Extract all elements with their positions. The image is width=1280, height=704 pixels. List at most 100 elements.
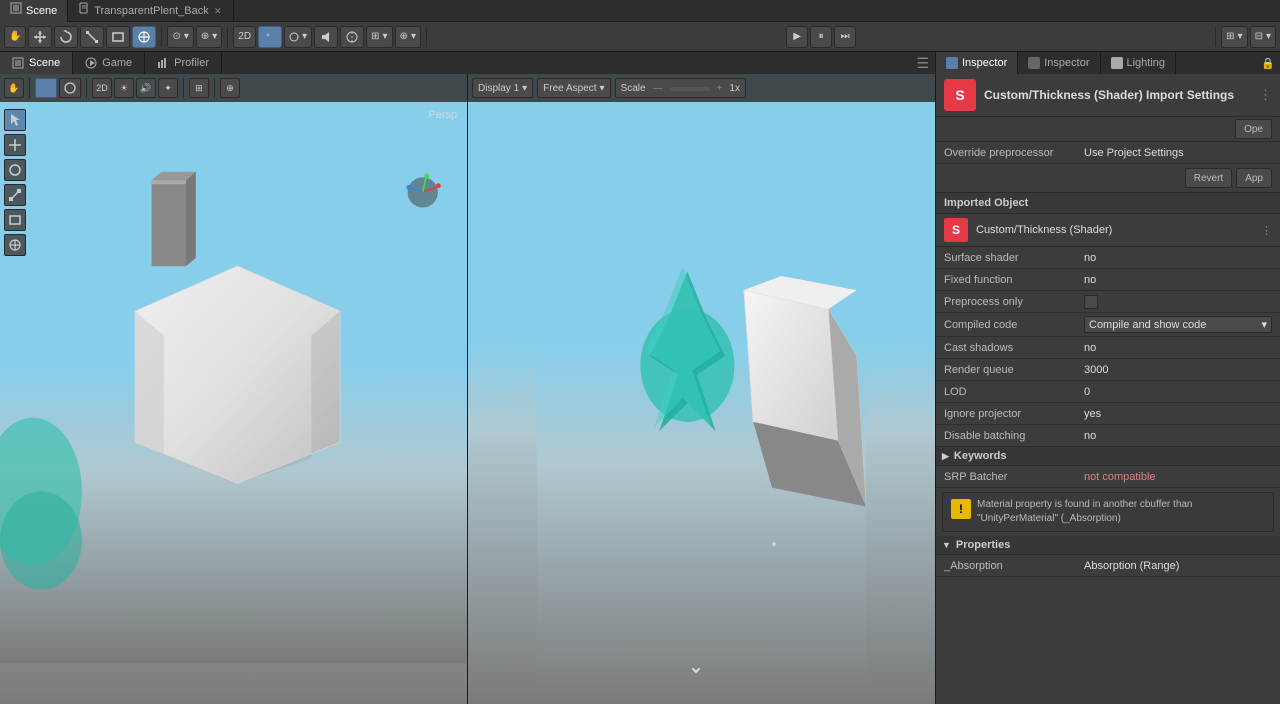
gizmos-dropdown[interactable]: ⊞ ▾	[366, 26, 392, 48]
audio-btn[interactable]	[314, 26, 338, 48]
scene-viewport-tab[interactable]: Scene	[0, 52, 73, 74]
shaded-btn[interactable]	[35, 78, 57, 98]
tab-transparent[interactable]: TransparentPlent_Back ✕	[68, 0, 234, 22]
scene-sep	[29, 78, 30, 98]
display-dropdown[interactable]: Display 1 ▾	[472, 78, 533, 98]
scene-viewport[interactable]: ✋ 2D ☀ 🔊 ✦ ⊞ ⊕	[0, 74, 468, 704]
scene-objects-svg	[0, 74, 467, 704]
top-tab-bar: Scene TransparentPlent_Back ✕	[0, 0, 1280, 22]
inspector-tab-label-2: Inspector	[1044, 52, 1089, 74]
grid-btn[interactable]: ⊞	[189, 78, 209, 98]
inspector-tab-1[interactable]: Inspector	[936, 52, 1018, 74]
pivot-dropdown[interactable]: ⊙ ▾	[167, 26, 193, 48]
viewport-tab-menu-icon[interactable]: ☰	[910, 55, 935, 72]
layout-dropdown[interactable]: ⊟ ▾	[1250, 26, 1276, 48]
properties-section-header[interactable]: ▼ Properties	[936, 536, 1280, 555]
profiler-viewport-tab[interactable]: Profiler	[145, 52, 222, 74]
keywords-section-header[interactable]: ▶ Keywords	[936, 447, 1280, 466]
audio-scene-btn[interactable]: 🔊	[136, 78, 156, 98]
scale-tool-btn[interactable]	[80, 26, 104, 48]
scene-view-dropdown[interactable]: ▾	[284, 26, 312, 48]
open-btn[interactable]: Ope	[1235, 119, 1272, 139]
select-tool[interactable]	[4, 109, 26, 131]
dropdown-arrow: ▾	[302, 31, 307, 42]
keywords-arrow-icon: ▶	[942, 451, 949, 462]
hand-scene-btn[interactable]: ✋	[4, 78, 24, 98]
gizmos-scene-btn[interactable]: ⊕	[220, 78, 240, 98]
pause-btn[interactable]: ⏸	[810, 26, 832, 48]
compiled-code-arrow: ▾	[1261, 318, 1267, 331]
scene-left-tools	[4, 109, 26, 256]
surface-shader-row: Surface shader no	[936, 247, 1280, 269]
imported-obj-options-icon[interactable]: ⋮	[1261, 224, 1272, 237]
toolbar-sep-2	[227, 27, 228, 47]
shader-icon: S	[944, 79, 976, 111]
wire-btn[interactable]	[59, 78, 81, 98]
effects-btn[interactable]	[340, 26, 364, 48]
imported-obj-name: Custom/Thickness (Shader)	[976, 224, 1112, 236]
game-viewport-tab[interactable]: Game	[73, 52, 145, 74]
revert-btn[interactable]: Revert	[1185, 168, 1232, 188]
aspect-dropdown[interactable]: Free Aspect ▾	[537, 78, 610, 98]
lighting-tab-label: Lighting	[1127, 52, 1166, 74]
light-btn[interactable]: ☀	[114, 78, 134, 98]
search-btn[interactable]: ⊕ ▾	[395, 26, 421, 48]
aspect-arrow: ▾	[600, 83, 605, 94]
inspector-lock-icon[interactable]: ⋮	[1259, 87, 1272, 103]
rect-tool-btn[interactable]	[106, 26, 130, 48]
cast-shadows-label: Cast shadows	[944, 342, 1084, 354]
profiler-tab-label: Profiler	[174, 52, 209, 74]
layout-arrow: ▾	[1266, 31, 1271, 42]
inspector-title: Custom/Thickness (Shader) Import Setting…	[984, 88, 1234, 102]
rect-scene-tool[interactable]	[4, 209, 26, 231]
fixed-function-row: Fixed function no	[936, 269, 1280, 291]
srp-batcher-value: not compatible	[1084, 471, 1272, 483]
layers-icon: ⊞	[1226, 31, 1234, 42]
inspector-tab-lock[interactable]: 🔒	[1256, 57, 1280, 70]
properties-section-label: Properties	[956, 539, 1010, 551]
hand-tool-btn[interactable]: ✋	[4, 26, 26, 48]
main-toolbar: ✋ ⊙ ▾ ⊕ ▾ 2D ▾ ⊞ ▾	[0, 22, 1280, 52]
disable-batching-label: Disable batching	[944, 430, 1084, 442]
global-dropdown[interactable]: ⊕ ▾	[196, 26, 222, 48]
disable-batching-value: no	[1084, 430, 1272, 442]
move-scene-tool[interactable]	[4, 134, 26, 156]
scene-sep4	[214, 78, 215, 98]
scale-control[interactable]: Scale — + 1x	[615, 78, 746, 98]
gizmos-arrow: ▾	[383, 31, 388, 42]
lod-label: LOD	[944, 386, 1084, 398]
transform-scene-tool[interactable]	[4, 234, 26, 256]
scale-slider[interactable]	[670, 87, 710, 91]
compiled-code-dropdown[interactable]: Compile and show code ▾	[1084, 316, 1272, 333]
transform-tool-btn[interactable]	[132, 26, 156, 48]
2d-scene-btn[interactable]: 2D	[92, 78, 112, 98]
tab-scene[interactable]: Scene	[0, 0, 68, 22]
scale-scene-tool[interactable]	[4, 184, 26, 206]
preprocess-only-checkbox[interactable]	[1084, 295, 1098, 309]
move-tool-btn[interactable]	[28, 26, 52, 48]
ignore-projector-label: Ignore projector	[944, 408, 1084, 420]
play-btn[interactable]: ▶	[786, 26, 808, 48]
fixed-function-value: no	[1084, 274, 1272, 286]
inspector-tab-2[interactable]: Inspector	[1018, 52, 1100, 74]
scene-sep3	[183, 78, 184, 98]
inspector-header: S Custom/Thickness (Shader) Import Setti…	[936, 74, 1280, 117]
tab-close-icon[interactable]: ✕	[213, 6, 223, 16]
game-viewport[interactable]: Display 1 ▾ Free Aspect ▾ Scale — + 1x	[468, 74, 935, 704]
cast-shadows-value: no	[1084, 342, 1272, 354]
rotate-tool-btn[interactable]	[54, 26, 78, 48]
rotate-scene-tool[interactable]	[4, 159, 26, 181]
scene-tab-label: Scene	[29, 52, 60, 74]
absorption-value: Absorption (Range)	[1084, 560, 1272, 572]
apply-btn[interactable]: App	[1236, 168, 1272, 188]
shading-btn[interactable]	[258, 26, 282, 48]
2d-btn[interactable]: 2D	[233, 26, 256, 48]
keywords-label: Keywords	[954, 450, 1007, 462]
step-btn[interactable]: ⏭	[834, 26, 856, 48]
inspector-tab-lighting[interactable]: Lighting	[1101, 52, 1177, 74]
fx-btn[interactable]: ✦	[158, 78, 178, 98]
layers-dropdown[interactable]: ⊞ ▾	[1221, 26, 1247, 48]
lod-row: LOD 0	[936, 381, 1280, 403]
search-arrow: ▾	[411, 31, 416, 42]
layers-arrow: ▾	[1238, 31, 1243, 42]
